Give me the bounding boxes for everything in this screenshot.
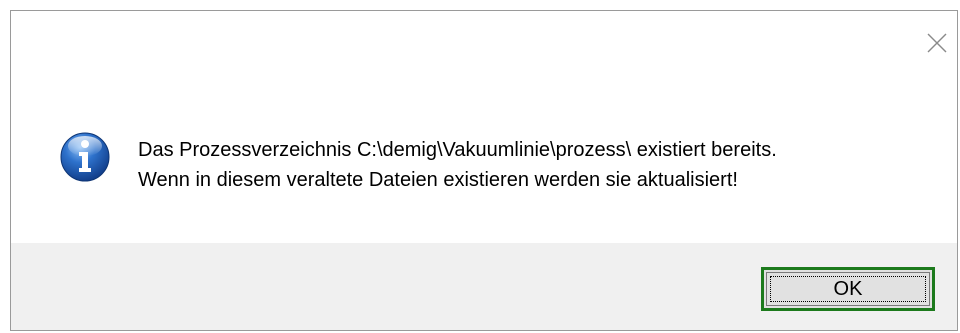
dialog-message: Das Prozessverzeichnis C:\demig\Vakuumli… [138, 135, 777, 195]
close-button[interactable] [925, 31, 949, 55]
close-icon [927, 33, 947, 53]
info-icon [59, 131, 111, 183]
ok-button[interactable]: OK [761, 267, 935, 311]
dialog-content: Das Prozessverzeichnis C:\demig\Vakuumli… [11, 11, 957, 243]
message-dialog: Das Prozessverzeichnis C:\demig\Vakuumli… [10, 10, 958, 331]
message-line-1: Das Prozessverzeichnis C:\demig\Vakuumli… [138, 139, 777, 161]
message-line-2: Wenn in diesem veraltete Dateien existie… [138, 169, 738, 191]
ok-button-label: OK [770, 276, 926, 302]
background-window-edge [0, 0, 960, 10]
page: Das Prozessverzeichnis C:\demig\Vakuumli… [0, 0, 960, 333]
ok-button-frame: OK [766, 272, 930, 306]
dialog-footer: OK [11, 243, 957, 330]
